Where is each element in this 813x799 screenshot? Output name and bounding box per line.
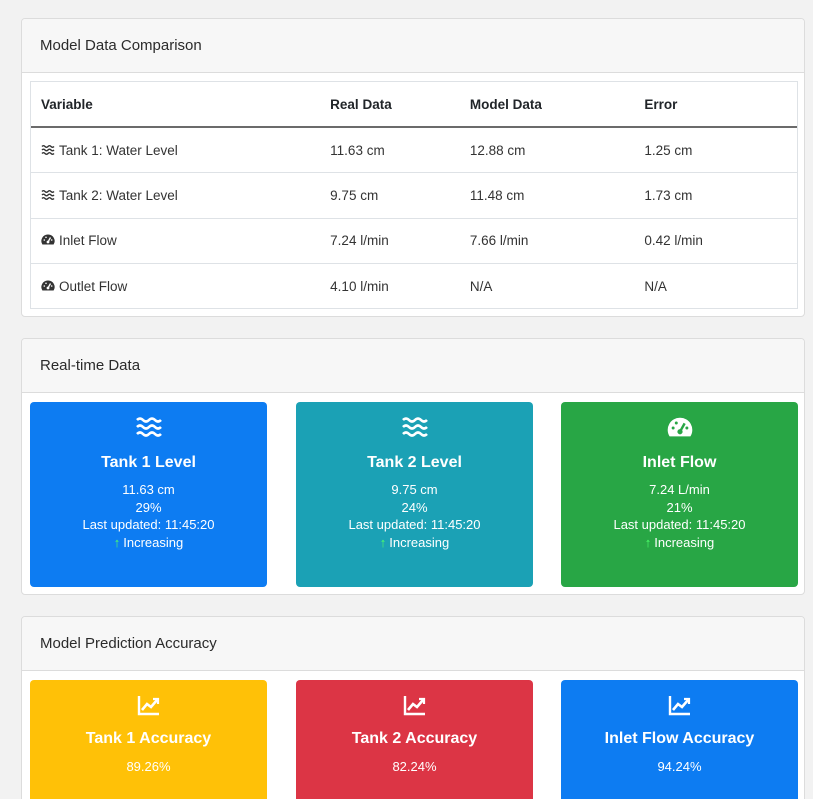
- last-updated-text: Last updated: 11:45:20: [82, 517, 215, 532]
- chart-area-icon: [668, 696, 690, 716]
- column-header-real-data: Real Data: [320, 82, 460, 128]
- comparison-table-wrapper: Variable Real Data Model Data Error Tank…: [30, 81, 798, 309]
- gauge-icon: [41, 234, 55, 245]
- error-cell: 1.25 cm: [634, 126, 797, 173]
- trend-label: Increasing: [389, 534, 450, 550]
- model-comparison-card: Model Data Comparison Variable Real Data…: [21, 18, 805, 317]
- tile-value: 7.24 L/min: [649, 482, 710, 497]
- realtime-data-card: Real-time Data Tank 1 Level 11.63 cm 29%…: [21, 338, 805, 595]
- gauge-icon: [41, 280, 55, 291]
- card-title: Real-time Data: [22, 339, 804, 393]
- comparison-table: Variable Real Data Model Data Error Tank…: [31, 82, 797, 309]
- tile-title: Inlet Flow: [642, 454, 717, 471]
- variable-cell: Tank 1: Water Level: [31, 126, 321, 173]
- table-row: Tank 1: Water Level 11.63 cm 12.88 cm 1.…: [31, 126, 797, 173]
- variable-label: Tank 2: Water Level: [59, 187, 178, 203]
- tank2-level-tile: Tank 2 Level 9.75 cm 24% Last updated: 1…: [296, 402, 533, 587]
- tank2-accuracy-tile: Tank 2 Accuracy 82.24%: [296, 680, 533, 799]
- error-cell: N/A: [634, 263, 797, 309]
- trend-indicator: ↑ Increasing: [561, 534, 798, 552]
- trend-label: Increasing: [123, 534, 184, 550]
- model-data-cell: 11.48 cm: [459, 172, 635, 218]
- column-header-error: Error: [634, 82, 797, 128]
- tank1-accuracy-tile: Tank 1 Accuracy 89.26%: [30, 680, 267, 799]
- chart-area-icon: [137, 696, 159, 716]
- dashboard-page: Model Data Comparison Variable Real Data…: [0, 0, 813, 799]
- last-updated-text: Last updated: 11:45:20: [613, 517, 746, 532]
- tile-title: Tank 2 Level: [367, 454, 462, 471]
- water-icon: [41, 144, 55, 155]
- table-row: Inlet Flow 7.24 l/min 7.66 l/min 0.42 l/…: [31, 217, 797, 264]
- inlet-flow-tile: Inlet Flow 7.24 L/min 21% Last updated: …: [561, 402, 798, 587]
- model-data-cell: N/A: [459, 263, 635, 309]
- tile-value: 9.75 cm: [391, 482, 438, 497]
- real-data-cell: 7.24 l/min: [320, 217, 460, 264]
- tile-value: 11.63 cm: [122, 482, 175, 497]
- last-updated-text: Last updated: 11:45:20: [348, 517, 481, 532]
- accuracy-value: 89.26%: [126, 759, 171, 774]
- arrow-up-icon: ↑: [379, 534, 387, 550]
- tile-title: Tank 1 Level: [101, 454, 196, 471]
- tile-percent: 24%: [401, 499, 428, 515]
- tile-percent: 21%: [666, 499, 693, 515]
- water-icon: [401, 417, 428, 437]
- variable-label: Outlet Flow: [59, 279, 128, 294]
- variable-label: Tank 1: Water Level: [59, 142, 178, 158]
- real-data-cell: 11.63 cm: [320, 126, 460, 173]
- card-title: Model Data Comparison: [22, 19, 804, 73]
- variable-cell: Outlet Flow: [31, 263, 321, 309]
- column-header-variable: Variable: [31, 82, 321, 128]
- gauge-icon: [667, 417, 692, 437]
- table-header-row: Variable Real Data Model Data Error: [31, 82, 797, 128]
- variable-cell: Tank 2: Water Level: [31, 172, 321, 218]
- error-cell: 1.73 cm: [634, 172, 797, 218]
- water-icon: [135, 417, 162, 437]
- model-data-cell: 12.88 cm: [459, 126, 635, 173]
- tank1-level-tile: Tank 1 Level 11.63 cm 29% Last updated: …: [30, 402, 267, 587]
- model-data-cell: 7.66 l/min: [459, 217, 635, 264]
- real-data-cell: 9.75 cm: [320, 172, 460, 218]
- trend-indicator: ↑ Increasing: [30, 534, 267, 552]
- accuracy-value: 94.24%: [657, 759, 702, 774]
- real-data-cell: 4.10 l/min: [320, 263, 460, 309]
- water-icon: [41, 189, 55, 200]
- tile-title: Tank 1 Accuracy: [85, 730, 212, 747]
- arrow-up-icon: ↑: [113, 534, 121, 550]
- chart-area-icon: [403, 696, 425, 716]
- variable-cell: Inlet Flow: [31, 217, 321, 264]
- card-title: Model Prediction Accuracy: [22, 617, 804, 671]
- trend-indicator: ↑ Increasing: [296, 534, 533, 552]
- prediction-accuracy-card: Model Prediction Accuracy Tank 1 Accurac…: [21, 616, 805, 799]
- variable-label: Inlet Flow: [59, 233, 117, 249]
- table-row: Outlet Flow 4.10 l/min N/A N/A: [31, 263, 797, 309]
- tile-percent: 29%: [135, 499, 162, 515]
- arrow-up-icon: ↑: [644, 534, 652, 550]
- table-row: Tank 2: Water Level 9.75 cm 11.48 cm 1.7…: [31, 172, 797, 218]
- error-cell: 0.42 l/min: [634, 217, 797, 264]
- tile-title: Tank 2 Accuracy: [351, 730, 478, 747]
- accuracy-value: 82.24%: [392, 759, 437, 774]
- trend-label: Increasing: [654, 534, 715, 550]
- tile-title: Inlet Flow Accuracy: [604, 730, 755, 747]
- inlet-flow-accuracy-tile: Inlet Flow Accuracy 94.24%: [561, 680, 798, 799]
- column-header-model-data: Model Data: [459, 82, 635, 128]
